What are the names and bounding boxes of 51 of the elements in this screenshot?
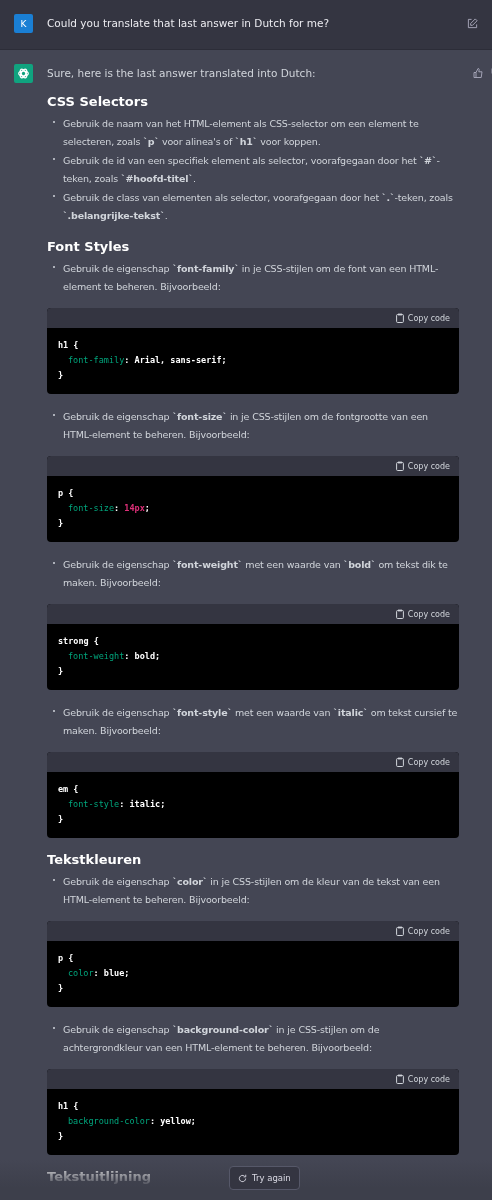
assistant-intro: Sure, here is the last answer translated into Dutch: xyxy=(47,66,317,81)
clipboard-icon xyxy=(395,926,404,936)
code-line: font-family: Arial, sans-serif; xyxy=(67,354,228,367)
code-line: } xyxy=(58,982,65,995)
code-line: } xyxy=(58,1130,65,1143)
code-line: p { xyxy=(58,487,75,500)
code-line: } xyxy=(58,665,65,678)
code-line: } xyxy=(58,813,65,826)
user-avatar: K xyxy=(14,14,33,33)
clipboard-icon xyxy=(395,1074,404,1084)
code-line: em { xyxy=(58,783,80,796)
section-heading: Font Styles xyxy=(47,239,130,254)
clipboard-icon xyxy=(395,461,404,471)
code-line: strong { xyxy=(58,635,100,648)
list-item-text: Gebruik de eigenschap `font-size` in je CSS-stijlen om de fontgrootte van een HTML-element te beheren. Bijvoorbeeld: xyxy=(63,410,429,442)
code-line: } xyxy=(58,369,65,382)
clipboard-icon xyxy=(395,609,404,619)
assistant-logo-icon xyxy=(14,64,33,83)
list-item-text: Gebruik de eigenschap `background-color` in je CSS-stijlen om de achtergrondkleur van een HTML-element te beheren. Bijvoorbeeld: xyxy=(63,1023,381,1055)
list-item-text: Gebruik de eigenschap `color` in je CSS-stijlen om de kleur van de tekst van een HTML-element te beheren. Bijvoorbeeld: xyxy=(63,875,441,907)
user-message: Could you translate that last answer in Dutch for me? xyxy=(47,16,330,31)
refresh-icon xyxy=(238,1173,247,1183)
code-line: h1 { xyxy=(58,1100,80,1113)
edit-icon[interactable] xyxy=(467,18,478,29)
section-heading: CSS Selectors xyxy=(47,94,148,109)
code-line: p { xyxy=(58,952,75,965)
clipboard-icon xyxy=(395,757,404,767)
code-line: } xyxy=(58,517,65,530)
copy-code-button[interactable]: Copy code xyxy=(395,926,450,936)
list-item-text: Gebruik de id van een specifiek element als selector, voorafgegaan door het `#`-teken, zoals `#hoofd-titel`. xyxy=(63,154,441,186)
code-line: color: blue; xyxy=(67,967,131,980)
list-item-text: Gebruik de class van elementen als selector, voorafgegaan door het `.`-teken, zoals `.belangrijke-tekst`. xyxy=(63,191,454,223)
list-item-text: Gebruik de eigenschap `font-style` met een waarde van `italic` om tekst cursief te maken. Bijvoorbeeld: xyxy=(63,706,459,738)
section-heading: Tekstuitlijning xyxy=(47,1169,152,1184)
list-item-text: Gebruik de naam van het HTML-element als CSS-selector om een element te selecteren, zoals `p` voor alinea's of `h1` voor koppen. xyxy=(63,117,420,149)
code-line: font-weight: bold; xyxy=(67,650,162,663)
copy-code-button[interactable]: Copy code xyxy=(395,313,450,323)
list-item-text: Gebruik de eigenschap `font-weight` met een waarde van `bold` om tekst dik te maken. Bijvoorbeeld: xyxy=(63,558,449,590)
clipboard-icon xyxy=(395,313,404,323)
copy-code-button[interactable]: Copy code xyxy=(395,461,450,471)
code-line: background-color: yellow; xyxy=(67,1115,197,1128)
copy-code-button[interactable]: Copy code xyxy=(395,757,450,767)
copy-code-button[interactable]: Copy code xyxy=(395,609,450,619)
code-line: h1 { xyxy=(58,339,80,352)
code-line: font-style: italic; xyxy=(67,798,167,811)
code-line: font-size: 14px; xyxy=(67,502,151,515)
thumbs-up-icon[interactable] xyxy=(473,68,483,78)
copy-code-button[interactable]: Copy code xyxy=(395,1074,450,1084)
list-item-text: Gebruik de eigenschap `font-family` in je CSS-stijlen om de font van een HTML-element te beheren. Bijvoorbeeld: xyxy=(63,262,440,294)
try-again-button[interactable]: Try again xyxy=(229,1166,300,1190)
section-heading: Tekstkleuren xyxy=(47,852,142,867)
